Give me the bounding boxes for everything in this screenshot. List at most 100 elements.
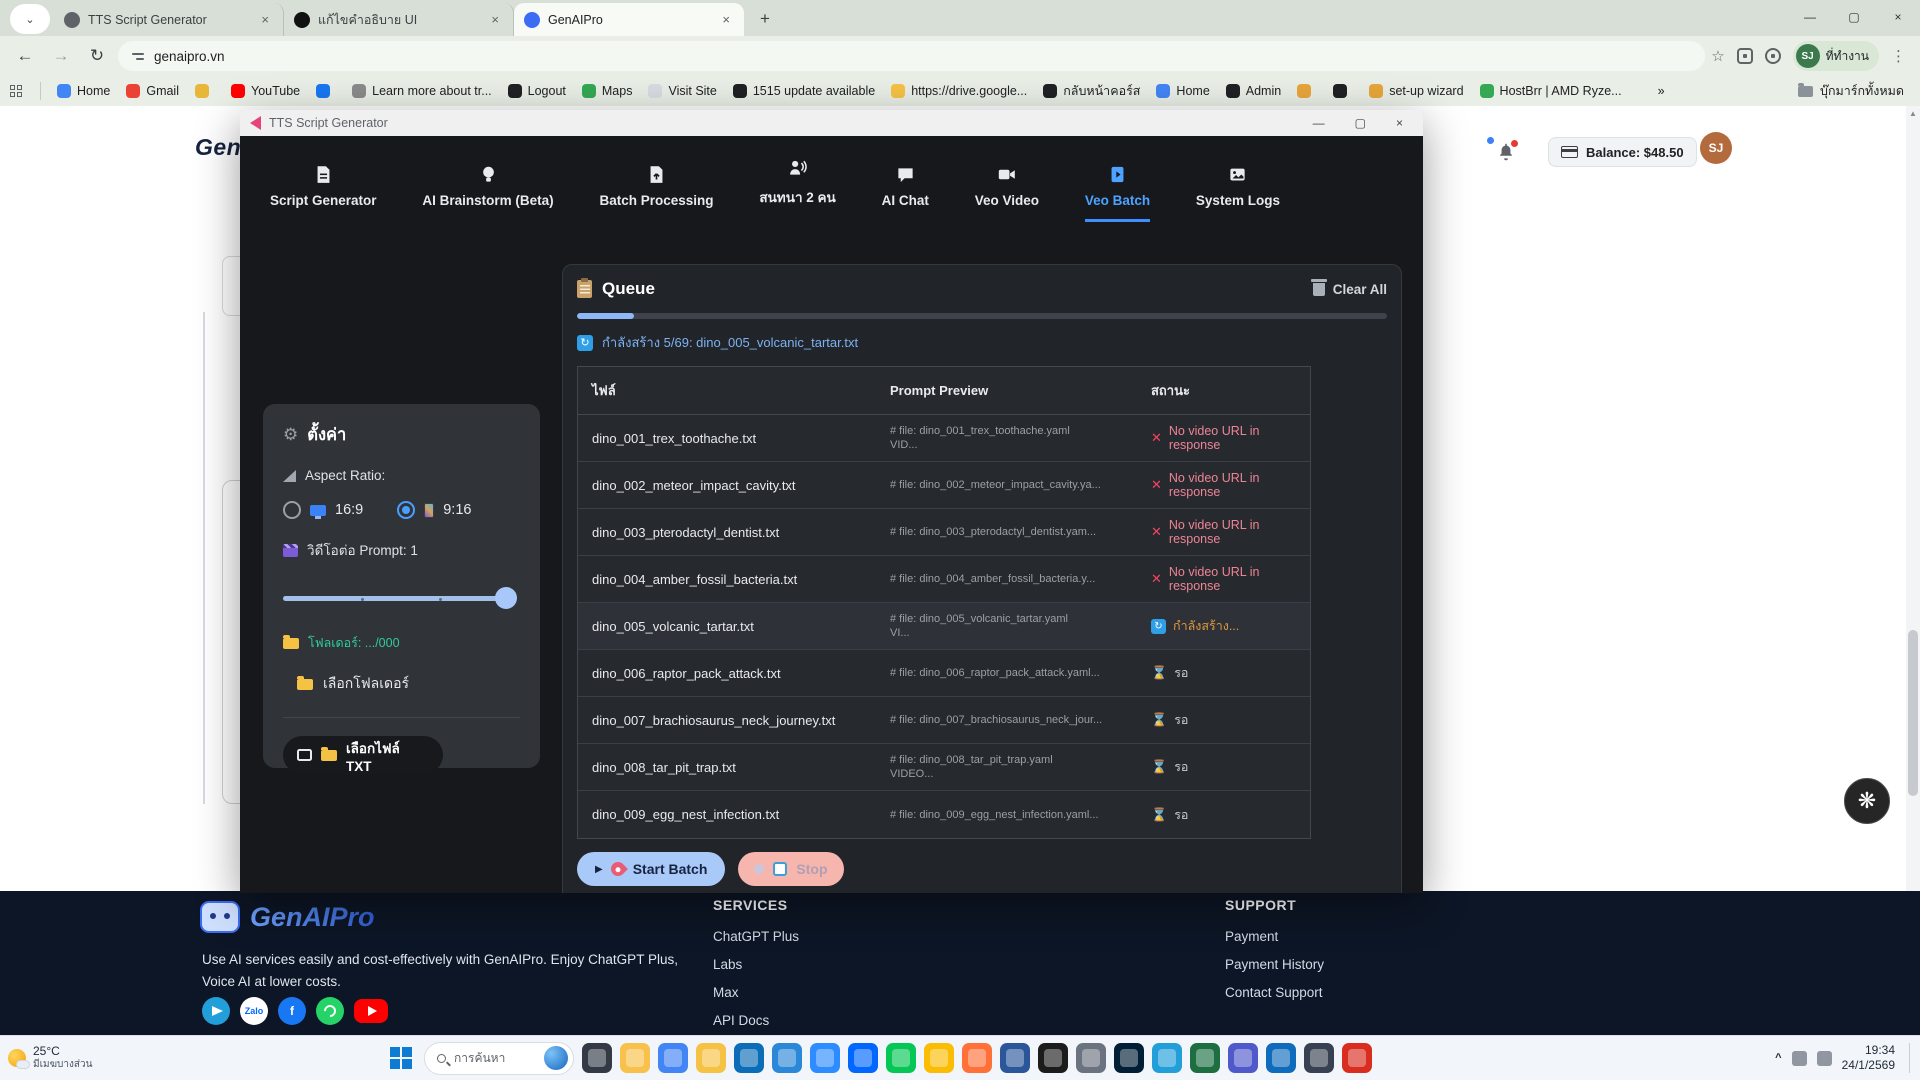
taskbar-app-icon[interactable]	[658, 1043, 688, 1073]
start-batch-button[interactable]: ▶ Start Batch	[577, 852, 725, 886]
taskbar-app-icon[interactable]	[696, 1043, 726, 1073]
bookmark-item[interactable]: Admin	[1226, 84, 1281, 98]
choose-folder-button[interactable]: เลือกโฟลเดอร์	[297, 673, 520, 695]
extensions-icon[interactable]	[1737, 48, 1753, 64]
tab-ai-brainstorm[interactable]: AI Brainstorm (Beta)	[422, 165, 553, 222]
show-desktop-button[interactable]	[1909, 1043, 1912, 1073]
tab-two-person-conversation[interactable]: สนทนา 2 คน	[759, 158, 835, 222]
chatgpt-floating-button[interactable]: ❋	[1844, 778, 1890, 824]
footer-service-link[interactable]: ChatGPT Plus	[713, 923, 799, 951]
taskbar-app-icon[interactable]	[1304, 1043, 1334, 1073]
tab-veo-video[interactable]: Veo Video	[975, 165, 1039, 222]
bookmark-item[interactable]: 1515 update available	[733, 84, 875, 98]
taskbar-app-icon[interactable]	[1038, 1043, 1068, 1073]
app-close-button[interactable]: ×	[1396, 116, 1403, 130]
minimize-button[interactable]: —	[1788, 0, 1832, 34]
bookmark-item[interactable]: Home	[1156, 84, 1209, 98]
bookmark-item[interactable]: Learn more about tr...	[352, 84, 492, 98]
tab-system-logs[interactable]: System Logs	[1196, 165, 1280, 222]
choose-txt-files-button[interactable]: เลือกไฟล์ TXT	[283, 736, 443, 774]
taskbar-app-icon[interactable]	[1342, 1043, 1372, 1073]
taskbar-app-icon[interactable]	[924, 1043, 954, 1073]
scrollbar-thumb[interactable]	[1908, 630, 1918, 796]
taskbar-app-icon[interactable]	[772, 1043, 802, 1073]
clear-all-button[interactable]: Clear All	[1313, 282, 1387, 297]
maximize-button[interactable]: ▢	[1832, 0, 1876, 34]
new-tab-button[interactable]: +	[752, 6, 778, 32]
taskbar-app-icon[interactable]	[1000, 1043, 1030, 1073]
tab-veo-batch-active[interactable]: Veo Batch	[1085, 165, 1150, 222]
taskbar-app-icon[interactable]	[620, 1043, 650, 1073]
profile-chip[interactable]: SJ ที่ทำงาน	[1793, 41, 1879, 71]
radio-checked[interactable]	[397, 501, 415, 519]
taskbar-app-icon[interactable]	[848, 1043, 878, 1073]
bookmark-item[interactable]: https://drive.google...	[891, 84, 1027, 98]
telegram-icon[interactable]	[202, 997, 230, 1025]
radio-unchecked[interactable]	[283, 501, 301, 519]
taskbar-app-icon[interactable]	[734, 1043, 764, 1073]
taskbar-app-icon[interactable]	[886, 1043, 916, 1073]
back-icon[interactable]: ←	[10, 41, 40, 71]
user-avatar[interactable]: SJ	[1700, 132, 1732, 164]
tray-icon[interactable]	[1817, 1051, 1832, 1066]
footer-service-link[interactable]: Labs	[713, 951, 799, 979]
taskbar-app-icon[interactable]	[810, 1043, 840, 1073]
tab-close-icon[interactable]: ×	[718, 12, 734, 27]
bookmark-item[interactable]: HostBrr | AMD Ryze...	[1480, 84, 1622, 98]
ratio-9-16-option[interactable]: 9:16	[397, 501, 471, 519]
app-maximize-button[interactable]: ▢	[1355, 116, 1366, 130]
taskbar-app-icon[interactable]	[1152, 1043, 1182, 1073]
youtube-icon[interactable]	[354, 999, 388, 1023]
stop-button-disabled[interactable]: Stop	[738, 852, 843, 886]
search-highlight-icon[interactable]	[544, 1046, 568, 1070]
taskbar-app-icon[interactable]	[1114, 1043, 1144, 1073]
all-bookmarks-button[interactable]: บุ๊กมาร์กทั้งหมด	[1798, 81, 1910, 101]
tab-script-generator[interactable]: Script Generator	[270, 165, 377, 222]
site-settings-icon[interactable]	[132, 53, 144, 60]
windows-start-icon[interactable]	[390, 1047, 412, 1069]
ratio-16-9-option[interactable]: 16:9	[283, 501, 363, 519]
bookmark-item[interactable]	[316, 84, 336, 98]
apps-grid-icon[interactable]	[10, 85, 22, 97]
slider-track[interactable]	[283, 596, 516, 601]
taskbar-search-box[interactable]: การค้นหา	[424, 1042, 574, 1075]
bookmark-item[interactable]: กลับหน้าคอร์ส	[1043, 81, 1140, 101]
tray-icon[interactable]	[1792, 1051, 1807, 1066]
footer-service-link[interactable]: API Docs	[713, 1007, 799, 1035]
videos-per-prompt-slider[interactable]	[283, 587, 520, 609]
notification-bell-icon[interactable]	[1496, 142, 1516, 162]
bookmark-star-icon[interactable]: ☆	[1711, 47, 1724, 65]
footer-service-link[interactable]: Max	[713, 979, 799, 1007]
taskbar-weather-widget[interactable]: 25°C มีเมฆบางส่วน	[0, 1044, 150, 1072]
tab-close-icon[interactable]: ×	[257, 12, 273, 27]
zalo-icon[interactable]: Zalo	[240, 997, 268, 1025]
bookmark-item[interactable]: Logout	[508, 84, 566, 98]
bookmark-item[interactable]: Home	[57, 84, 110, 98]
browser-menu-icon[interactable]: ⋮	[1891, 47, 1906, 65]
bookmark-item[interactable]: Visit Site	[648, 84, 716, 98]
bookmark-item[interactable]	[195, 84, 215, 98]
balance-chip[interactable]: Balance: $48.50	[1548, 137, 1697, 167]
taskbar-app-icon[interactable]	[1228, 1043, 1258, 1073]
bookmark-item[interactable]: set-up wizard	[1369, 84, 1463, 98]
bookmark-item[interactable]: Gmail	[126, 84, 179, 98]
tab-close-icon[interactable]: ×	[487, 12, 503, 27]
url-text[interactable]: genaipro.vn	[154, 49, 225, 64]
bookmark-item[interactable]: »	[1638, 84, 1665, 98]
app-minimize-button[interactable]: —	[1313, 116, 1325, 130]
taskbar-clock[interactable]: 19:34 24/1/2569	[1842, 1043, 1895, 1073]
bookmark-item[interactable]: YouTube	[231, 84, 300, 98]
tab-search-caret-icon[interactable]: ⌄	[10, 4, 50, 34]
taskbar-app-icon[interactable]	[1190, 1043, 1220, 1073]
browser-tab-1[interactable]: TTS Script Generator ×	[54, 3, 284, 36]
address-bar[interactable]: genaipro.vn	[118, 41, 1705, 71]
bookmark-item[interactable]	[1333, 84, 1353, 98]
footer-support-link[interactable]: Payment	[1225, 923, 1324, 951]
forward-icon[interactable]: →	[46, 41, 76, 71]
close-button[interactable]: ×	[1876, 0, 1920, 34]
bookmark-item[interactable]: Maps	[582, 84, 633, 98]
facebook-icon[interactable]: f	[278, 997, 306, 1025]
footer-support-link[interactable]: Payment History	[1225, 951, 1324, 979]
tab-ai-chat[interactable]: AI Chat	[882, 165, 929, 222]
bookmark-item[interactable]	[1297, 84, 1317, 98]
